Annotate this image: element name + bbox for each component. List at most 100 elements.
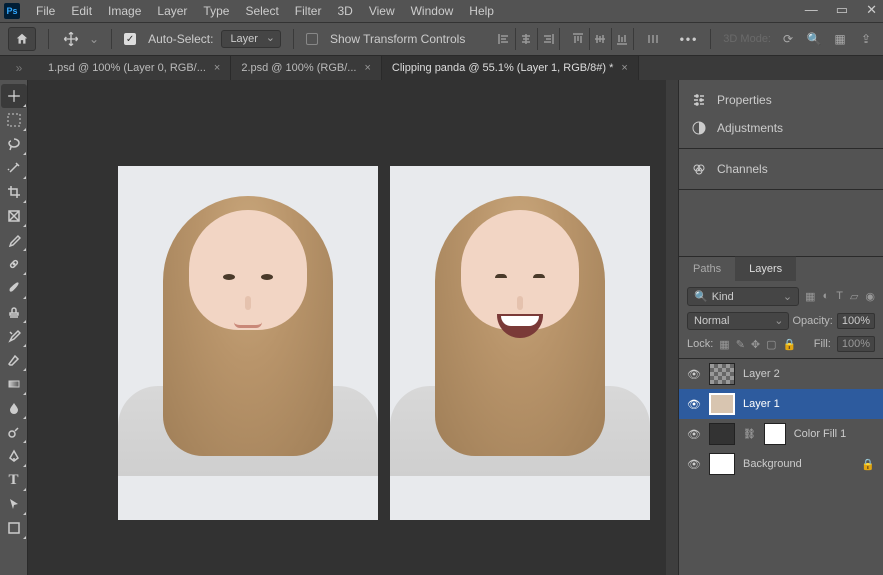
- gradient-tool[interactable]: [1, 372, 27, 396]
- auto-select-checkbox[interactable]: ✓: [124, 33, 136, 45]
- lock-position-icon[interactable]: ✥: [751, 338, 760, 351]
- blend-mode-dropdown[interactable]: Normal: [687, 312, 789, 330]
- move-tool-icon[interactable]: [61, 29, 81, 49]
- type-tool[interactable]: T: [1, 468, 27, 492]
- layer-name[interactable]: Layer 1: [743, 398, 875, 410]
- move-tool[interactable]: [1, 84, 27, 108]
- align-top-icon[interactable]: [568, 28, 590, 50]
- menu-bar: Ps File Edit Image Layer Type Select Fil…: [0, 0, 883, 22]
- lock-artboard-icon[interactable]: ▢: [766, 338, 776, 351]
- menu-3d[interactable]: 3D: [329, 0, 360, 22]
- marquee-tool[interactable]: [1, 108, 27, 132]
- align-right-icon[interactable]: [538, 28, 560, 50]
- layer-row[interactable]: 👁 ⛓ Color Fill 1: [679, 419, 883, 449]
- eraser-tool[interactable]: [1, 348, 27, 372]
- layer-name[interactable]: Layer 2: [743, 368, 875, 380]
- pen-tool[interactable]: [1, 444, 27, 468]
- search-icon[interactable]: 🔍: [805, 30, 823, 48]
- layers-tab[interactable]: Layers: [735, 256, 796, 281]
- minimize-icon[interactable]: —: [805, 2, 818, 18]
- filter-smart-icon[interactable]: ◉: [865, 290, 875, 303]
- opacity-value[interactable]: 100%: [837, 313, 875, 329]
- visibility-toggle-icon[interactable]: 👁: [687, 367, 701, 381]
- layer-row[interactable]: 👁 Background 🔒: [679, 449, 883, 479]
- menu-file[interactable]: File: [28, 0, 63, 22]
- visibility-toggle-icon[interactable]: 👁: [687, 457, 701, 471]
- photo-left: [118, 166, 378, 520]
- align-hcenter-icon[interactable]: [516, 28, 538, 50]
- vertical-scrollbar[interactable]: [666, 80, 678, 575]
- document-tab-2[interactable]: 2.psd @ 100% (RGB/... ×: [231, 56, 382, 80]
- layer-name[interactable]: Color Fill 1: [794, 428, 875, 440]
- adjustments-panel-header[interactable]: Adjustments: [679, 114, 883, 142]
- layer-row[interactable]: 👁 Layer 2: [679, 359, 883, 389]
- layer-mask-thumbnail[interactable]: [764, 423, 786, 445]
- tabs-handle-icon[interactable]: »: [0, 56, 38, 80]
- lock-brush-icon[interactable]: ✎: [736, 338, 745, 351]
- home-button[interactable]: [8, 27, 36, 51]
- layer-thumbnail[interactable]: [709, 423, 735, 445]
- chevron-down-icon[interactable]: ⌄: [89, 32, 99, 46]
- properties-panel-header[interactable]: Properties: [679, 86, 883, 114]
- more-options-icon[interactable]: •••: [680, 32, 699, 46]
- filter-pixel-icon[interactable]: ▦: [805, 290, 815, 303]
- eyedropper-tool[interactable]: [1, 228, 27, 252]
- brush-tool[interactable]: [1, 276, 27, 300]
- tab-close-icon[interactable]: ×: [621, 62, 627, 74]
- distribute-icon[interactable]: [642, 28, 664, 50]
- layer-filter-dropdown[interactable]: 🔍 Kind ⌄: [687, 287, 799, 306]
- document-tabs: 1.psd @ 100% (Layer 0, RGB/... × 2.psd @…: [0, 56, 883, 80]
- maximize-icon[interactable]: ▭: [836, 2, 848, 18]
- paths-tab[interactable]: Paths: [679, 257, 735, 281]
- frame-tool[interactable]: [1, 204, 27, 228]
- channels-panel-header[interactable]: Channels: [679, 155, 883, 183]
- layer-thumbnail[interactable]: [709, 363, 735, 385]
- align-vcenter-icon[interactable]: [590, 28, 612, 50]
- stamp-tool[interactable]: [1, 300, 27, 324]
- tab-close-icon[interactable]: ×: [364, 62, 370, 74]
- healing-tool[interactable]: [1, 252, 27, 276]
- visibility-toggle-icon[interactable]: 👁: [687, 427, 701, 441]
- filter-adjust-icon[interactable]: ◐: [823, 290, 830, 303]
- layer-thumbnail[interactable]: [709, 453, 735, 475]
- menu-layer[interactable]: Layer: [149, 0, 195, 22]
- menu-help[interactable]: Help: [461, 0, 502, 22]
- fill-value[interactable]: 100%: [837, 336, 875, 352]
- path-select-tool[interactable]: [1, 492, 27, 516]
- align-bottom-icon[interactable]: [612, 28, 634, 50]
- filter-type-icon[interactable]: T: [836, 290, 843, 303]
- layer-row[interactable]: 👁 Layer 1: [679, 389, 883, 419]
- share-icon[interactable]: ⇪: [857, 30, 875, 48]
- lasso-tool[interactable]: [1, 132, 27, 156]
- orbit-icon[interactable]: ⟳: [779, 30, 797, 48]
- dodge-tool[interactable]: [1, 420, 27, 444]
- canvas[interactable]: [28, 80, 678, 575]
- menu-type[interactable]: Type: [195, 0, 237, 22]
- menu-view[interactable]: View: [361, 0, 403, 22]
- close-icon[interactable]: ✕: [866, 2, 877, 18]
- menu-filter[interactable]: Filter: [287, 0, 330, 22]
- magic-wand-tool[interactable]: [1, 156, 27, 180]
- filter-shape-icon[interactable]: ▱: [850, 290, 858, 303]
- workspace-icon[interactable]: ▦: [831, 30, 849, 48]
- document-tab-3[interactable]: Clipping panda @ 55.1% (Layer 1, RGB/8#)…: [382, 56, 639, 80]
- lock-all-icon[interactable]: 🔒: [783, 338, 797, 351]
- history-brush-tool[interactable]: [1, 324, 27, 348]
- layer-name[interactable]: Background: [743, 458, 853, 470]
- crop-tool[interactable]: [1, 180, 27, 204]
- visibility-toggle-icon[interactable]: 👁: [687, 397, 701, 411]
- menu-window[interactable]: Window: [403, 0, 462, 22]
- tab-close-icon[interactable]: ×: [214, 62, 220, 74]
- auto-select-dropdown[interactable]: Layer: [221, 30, 281, 48]
- shape-tool[interactable]: [1, 516, 27, 540]
- menu-edit[interactable]: Edit: [63, 0, 100, 22]
- mask-link-icon[interactable]: ⛓: [743, 429, 756, 440]
- show-transform-checkbox[interactable]: [306, 33, 318, 45]
- lock-pixels-icon[interactable]: ▦: [719, 338, 729, 351]
- layer-thumbnail[interactable]: [709, 393, 735, 415]
- document-tab-1[interactable]: 1.psd @ 100% (Layer 0, RGB/... ×: [38, 56, 231, 80]
- menu-image[interactable]: Image: [100, 0, 149, 22]
- blur-tool[interactable]: [1, 396, 27, 420]
- align-left-icon[interactable]: [494, 28, 516, 50]
- menu-select[interactable]: Select: [237, 0, 286, 22]
